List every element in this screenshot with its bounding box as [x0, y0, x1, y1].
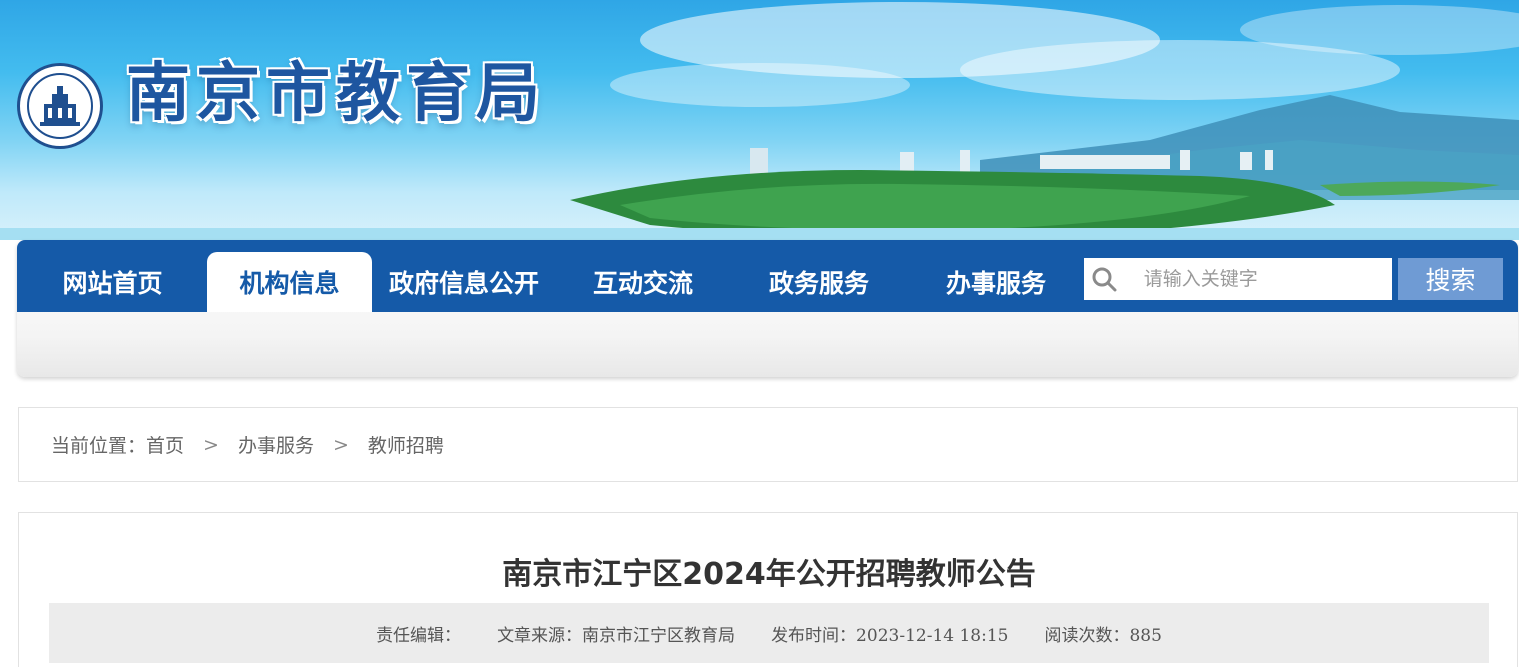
- emblem-logo[interactable]: [17, 63, 103, 149]
- nav-item-gov-services[interactable]: 政务服务: [739, 252, 899, 312]
- nav-item-organization[interactable]: 机构信息: [207, 252, 372, 312]
- emblem-inner-ring: [27, 73, 93, 139]
- breadcrumb-separator: >: [203, 433, 219, 456]
- search-box: [1084, 258, 1392, 300]
- meta-editor: 责任编辑：: [376, 625, 462, 646]
- nav-item-home[interactable]: 网站首页: [35, 252, 190, 312]
- breadcrumb-item-teacher-recruitment[interactable]: 教师招聘: [368, 431, 444, 458]
- nav-item-interaction[interactable]: 互动交流: [563, 252, 723, 312]
- meta-published: 发布时间：2023-12-14 18:15: [771, 625, 1009, 646]
- breadcrumb-item-home[interactable]: 首页: [146, 431, 184, 458]
- article-meta: 责任编辑： 文章来源：南京市江宁区教育局 发布时间：2023-12-14 18:…: [49, 603, 1489, 663]
- breadcrumb: 当前位置： 首页 > 办事服务 > 教师招聘: [18, 407, 1518, 482]
- nav-item-gov-info[interactable]: 政府信息公开: [379, 252, 549, 312]
- breadcrumb-item-affairs[interactable]: 办事服务: [238, 431, 314, 458]
- article-container: 南京市江宁区2024年公开招聘教师公告 责任编辑： 文章来源：南京市江宁区教育局…: [18, 512, 1518, 667]
- header-banner: 南京市教育局: [0, 0, 1519, 240]
- article-title: 南京市江宁区2024年公开招聘教师公告: [502, 557, 1036, 592]
- main-navigation: 网站首页 机构信息 政府信息公开 互动交流 政务服务 办事服务 搜索: [17, 240, 1518, 377]
- building-icon: [40, 86, 80, 126]
- nav-bar: 网站首页 机构信息 政府信息公开 互动交流 政务服务 办事服务 搜索: [17, 240, 1518, 312]
- breadcrumb-separator: >: [332, 433, 349, 456]
- search-button[interactable]: 搜索: [1398, 258, 1503, 300]
- search-input[interactable]: [1143, 259, 1392, 299]
- breadcrumb-prefix: 当前位置：: [51, 435, 147, 457]
- meta-reads: 阅读次数：885: [1044, 625, 1162, 646]
- site-title[interactable]: 南京市教育局: [126, 62, 546, 126]
- meta-source: 文章来源：南京市江宁区教育局: [497, 625, 736, 646]
- search-icon: [1084, 258, 1124, 300]
- nav-item-affairs[interactable]: 办事服务: [916, 252, 1076, 312]
